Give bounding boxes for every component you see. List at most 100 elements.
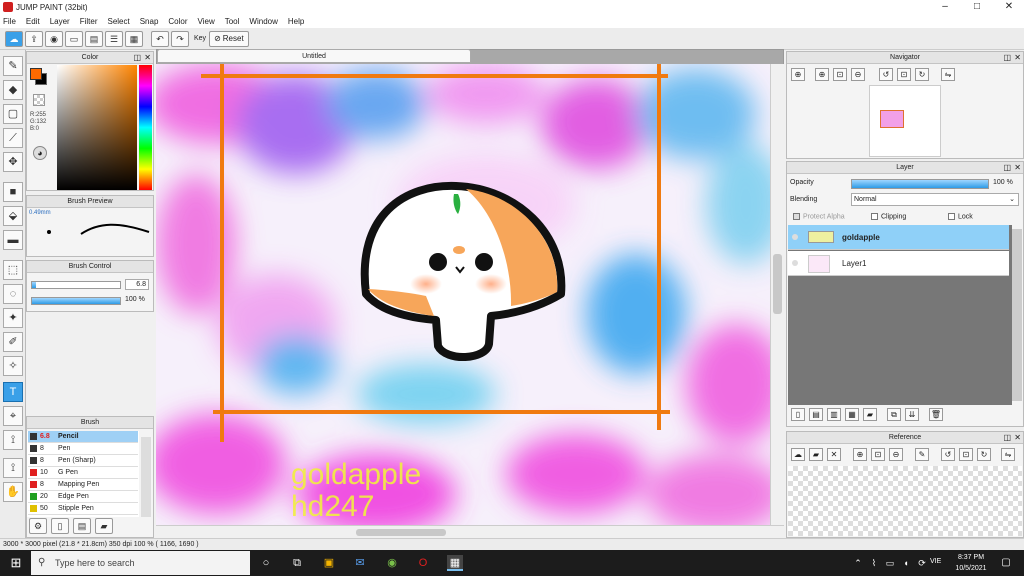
transparent-swatch[interactable] (33, 94, 45, 106)
rotate-left-icon[interactable]: ↺ (941, 448, 955, 461)
vertical-scroll-thumb[interactable] (773, 254, 782, 314)
brush-item[interactable]: 6.8 Pencil (28, 431, 138, 443)
horizontal-scroll-thumb[interactable] (356, 529, 446, 536)
copy-brush-icon[interactable]: ▤ (73, 518, 91, 534)
zoom-out-icon[interactable]: ⊖ (851, 68, 865, 81)
brush-tool-icon[interactable]: ✎ (3, 56, 23, 76)
rotate-left-icon[interactable]: ↺ (879, 68, 893, 81)
share-icon[interactable]: ⇪ (25, 30, 43, 47)
delete-layer-icon[interactable]: 🗑 (929, 408, 943, 421)
brush-item[interactable]: 8 Pen (Sharp) (28, 455, 138, 467)
windows-start-icon[interactable]: ⊞ (8, 555, 24, 571)
close-icon[interactable]: ✕ (827, 448, 841, 461)
brush-item[interactable]: 20 Edge Pen (28, 491, 138, 503)
network-icon[interactable]: ⌇ (866, 555, 882, 571)
layer-row-layer1[interactable]: Layer1 (788, 251, 1009, 276)
reset-button[interactable]: ⊘ Reset (209, 30, 249, 47)
undo-icon[interactable]: ↶ (151, 30, 169, 47)
page-icon[interactable]: ▤ (85, 30, 103, 47)
hand-tool-icon[interactable]: ✋ (3, 482, 23, 502)
move-tool-icon[interactable]: ✥ (3, 152, 23, 172)
float-icon[interactable]: ◫ (133, 52, 141, 64)
new-brush-icon[interactable]: ▯ (51, 518, 69, 534)
menu-select[interactable]: Select (107, 17, 129, 26)
select-pen-icon[interactable]: ✐ (3, 332, 23, 352)
sync-icon[interactable]: ⟳ (914, 555, 930, 571)
volume-icon[interactable]: ◖ (898, 555, 914, 571)
menu-file[interactable]: File (3, 17, 16, 26)
battery-icon[interactable]: ▭ (882, 555, 898, 571)
float-icon[interactable]: ◫ (1003, 162, 1011, 174)
chat-icon[interactable]: ▭ (65, 30, 83, 47)
tone-layer-icon[interactable]: ▦ (845, 408, 859, 421)
eyedropper-icon[interactable]: ⟟ (3, 430, 23, 450)
menu-tool[interactable]: Tool (225, 17, 240, 26)
mail-icon[interactable]: ✉ (352, 555, 368, 571)
zoom-in-icon[interactable]: ⊕ (853, 448, 867, 461)
vertical-scrollbar[interactable] (770, 64, 784, 525)
bucket-tool-icon[interactable]: ⬙ (3, 206, 23, 226)
flip-icon[interactable]: ⇋ (941, 68, 955, 81)
zoom-out-icon[interactable]: ⊖ (889, 448, 903, 461)
flip-icon[interactable]: ⇋ (1001, 448, 1015, 461)
new-layer-8bit-icon[interactable]: ▤ (809, 408, 823, 421)
eraser-tool-icon[interactable]: ◆ (3, 80, 23, 100)
color-saturation-box[interactable] (57, 65, 137, 190)
comment-icon[interactable]: ◉ (45, 30, 63, 47)
hue-slider[interactable] (139, 65, 152, 190)
menu-snap[interactable]: Snap (140, 17, 159, 26)
line-tool-icon[interactable]: ⟋ (3, 128, 23, 148)
layer-row-goldapple[interactable]: goldapple (788, 225, 1009, 250)
brush-size-value[interactable]: 6.8 (125, 279, 149, 290)
duplicate-layer-icon[interactable]: ⧉ (887, 408, 901, 421)
text-tool-icon[interactable]: T (3, 382, 23, 402)
document-tab[interactable]: Untitled (157, 49, 471, 63)
fit-screen-icon[interactable]: ⊡ (959, 448, 973, 461)
menu-color[interactable]: Color (168, 17, 187, 26)
brush-list-scrollbar[interactable] (141, 437, 151, 517)
fit-icon[interactable]: ⊡ (871, 448, 885, 461)
brush-item[interactable]: 10 G Pen (28, 467, 138, 479)
reference-area[interactable] (788, 466, 1022, 536)
magic-wand-icon[interactable]: ✦ (3, 308, 23, 328)
rotate-right-icon[interactable]: ↻ (977, 448, 991, 461)
taskbar-search[interactable]: ⚲ Type here to search (31, 551, 250, 575)
jump-paint-taskbar-icon[interactable]: ▦ (447, 555, 463, 571)
redo-icon[interactable]: ↷ (171, 30, 189, 47)
new-layer-1bit-icon[interactable]: ▥ (827, 408, 841, 421)
blending-select[interactable]: Normal ⌄ (851, 193, 1019, 206)
gradient-tool-icon[interactable]: ▬ (3, 230, 23, 250)
store-icon[interactable]: ▣ (321, 555, 337, 571)
maximize-button[interactable]: □ (962, 0, 992, 14)
opera-icon[interactable]: O (415, 555, 431, 571)
foreground-color-swatch[interactable] (30, 68, 42, 80)
visibility-icon[interactable] (792, 234, 798, 240)
close-icon[interactable]: ✕ (144, 52, 151, 64)
brush-opacity-slider[interactable] (31, 297, 121, 305)
grid-icon[interactable]: ▦ (125, 30, 143, 47)
menu-layer[interactable]: Layer (50, 17, 70, 26)
language-indicator[interactable]: VIE (930, 558, 941, 565)
zoom-in-icon[interactable]: ⊕ (815, 68, 829, 81)
eyedropper-icon[interactable]: ✎ (915, 448, 929, 461)
brush-item[interactable]: 8 Pen (28, 443, 138, 455)
close-button[interactable]: ✕ (994, 0, 1024, 14)
layer-folder-icon[interactable]: ▰ (863, 408, 877, 421)
operation-tool-icon[interactable]: ⌖ (3, 406, 23, 426)
task-view-icon[interactable]: ⧉ (289, 555, 305, 571)
close-icon[interactable]: ✕ (1014, 162, 1021, 174)
fit-screen-icon[interactable]: ⊡ (897, 68, 911, 81)
protect-alpha-checkbox[interactable]: Protect Alpha (793, 213, 845, 220)
merge-layer-icon[interactable]: ⇊ (905, 408, 919, 421)
lock-checkbox[interactable]: Lock (948, 213, 973, 220)
menu-window[interactable]: Window (249, 17, 277, 26)
open-icon[interactable]: ▰ (809, 448, 823, 461)
visibility-icon[interactable] (792, 260, 798, 266)
new-layer-icon[interactable]: ▯ (791, 408, 805, 421)
brush-size-slider[interactable] (31, 281, 121, 289)
fill-rect-tool-icon[interactable]: ■ (3, 182, 23, 202)
brush-item[interactable]: 8 Mapping Pen (28, 479, 138, 491)
layer-list-scrollbar[interactable] (1012, 229, 1022, 401)
close-icon[interactable]: ✕ (1014, 52, 1021, 64)
minimize-button[interactable]: – (930, 0, 960, 14)
